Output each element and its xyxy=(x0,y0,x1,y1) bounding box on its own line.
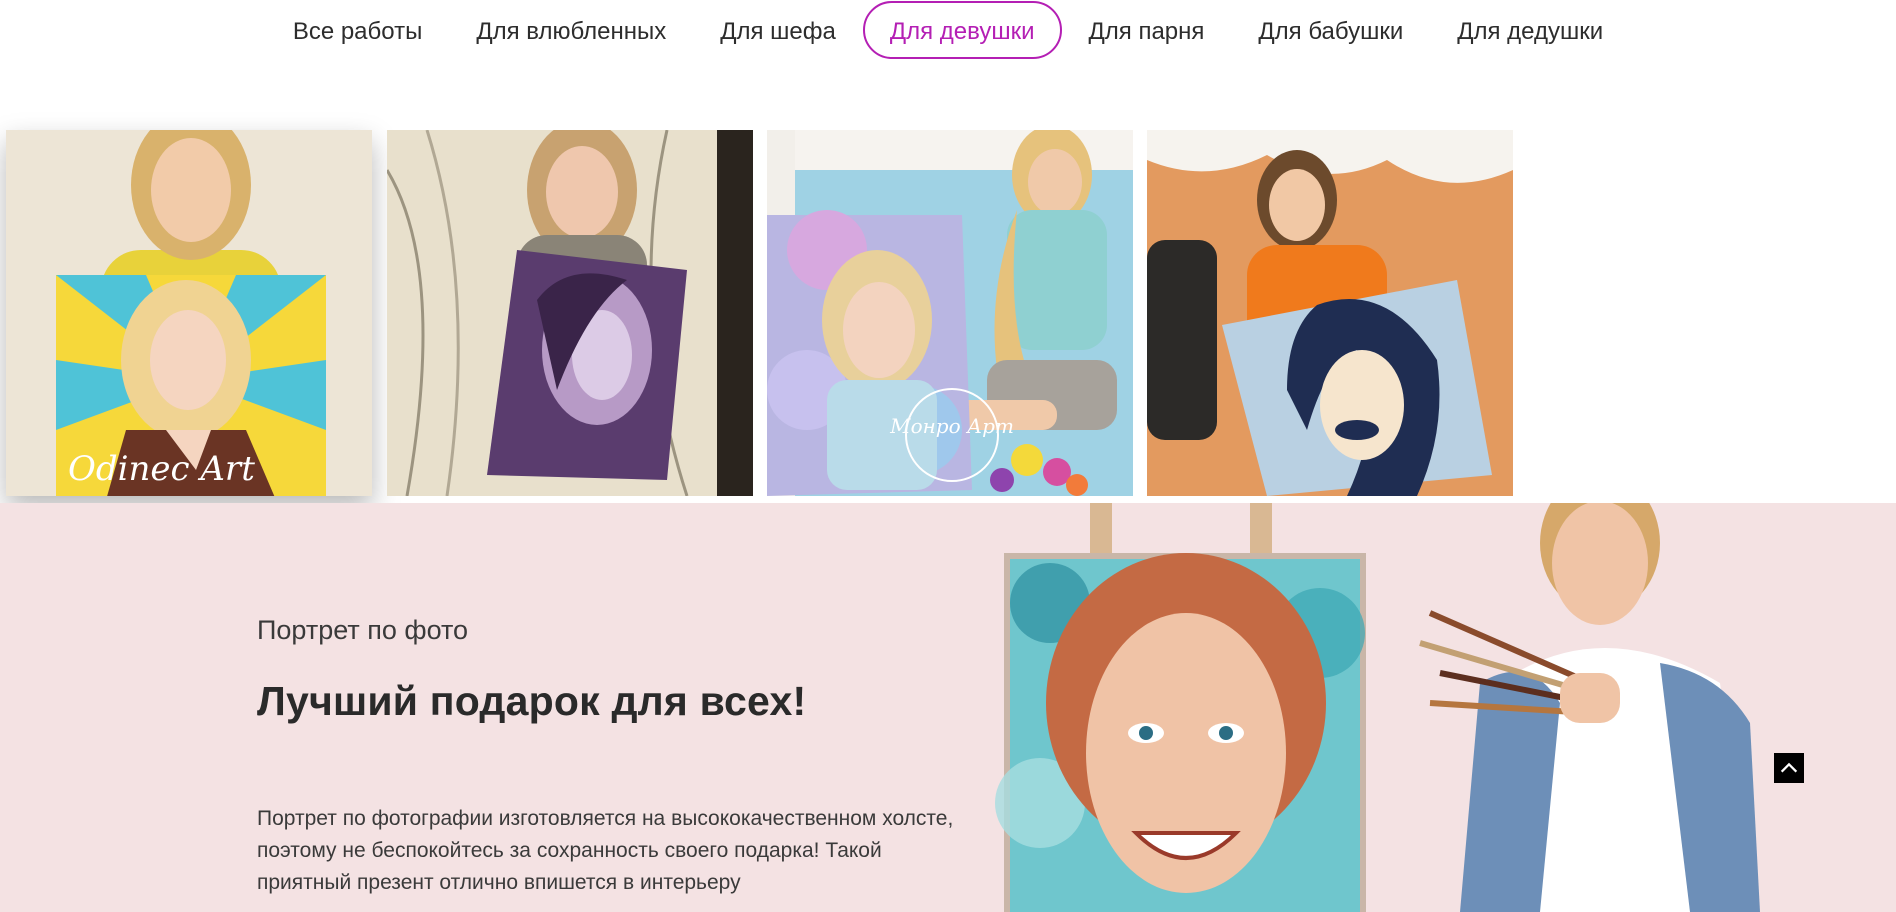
gallery-photo-blue-stencil-portrait[interactable] xyxy=(1147,130,1513,496)
tab-for-girl[interactable]: Для девушки xyxy=(862,1,1062,59)
tab-all-works[interactable]: Все работы xyxy=(266,1,450,59)
artist-with-portrait-image xyxy=(995,503,1760,912)
portfolio-gallery: Odinec Art Монро Арт xyxy=(0,130,1520,496)
tab-for-boss[interactable]: Для шефа xyxy=(693,1,863,59)
gallery-photo-pop-art-portrait[interactable]: Odinec Art xyxy=(6,130,372,496)
promo-section: Портрет по фото Лучший подарок для всех!… xyxy=(0,503,1896,912)
gallery-photo-purple-stencil-portrait[interactable] xyxy=(387,130,753,496)
promo-subtitle: Портрет по фото xyxy=(257,615,469,645)
tab-for-grandpa[interactable]: Для дедушки xyxy=(1430,1,1630,59)
gallery-photo-watercolor-portrait[interactable]: Монро Арт xyxy=(767,130,1133,496)
photo-watercolor-image: Монро Арт xyxy=(767,130,1133,496)
promo-illustration xyxy=(960,503,1896,912)
promo-title: Лучший подарок для всех! xyxy=(257,678,807,724)
photo-pop-art-image: Odinec Art xyxy=(6,130,372,496)
scroll-to-top-button[interactable] xyxy=(1774,753,1804,783)
tab-for-grandma[interactable]: Для бабушки xyxy=(1231,1,1430,59)
tab-for-guy[interactable]: Для парня xyxy=(1062,1,1232,59)
portfolio-filter-tabs: Все работы Для влюбленных Для шефа Для д… xyxy=(0,0,1896,60)
photo-blue-stencil-image xyxy=(1147,130,1513,496)
tab-for-lovers[interactable]: Для влюбленных xyxy=(449,1,693,59)
chevron-up-icon xyxy=(1780,762,1798,773)
promo-description: Портрет по фотографии изготовляется на в… xyxy=(257,807,954,894)
watermark-monro-art: Монро Арт xyxy=(889,414,1014,438)
photo-purple-stencil-image xyxy=(387,130,753,496)
watermark-odinec-art: Odinec Art xyxy=(68,449,255,489)
